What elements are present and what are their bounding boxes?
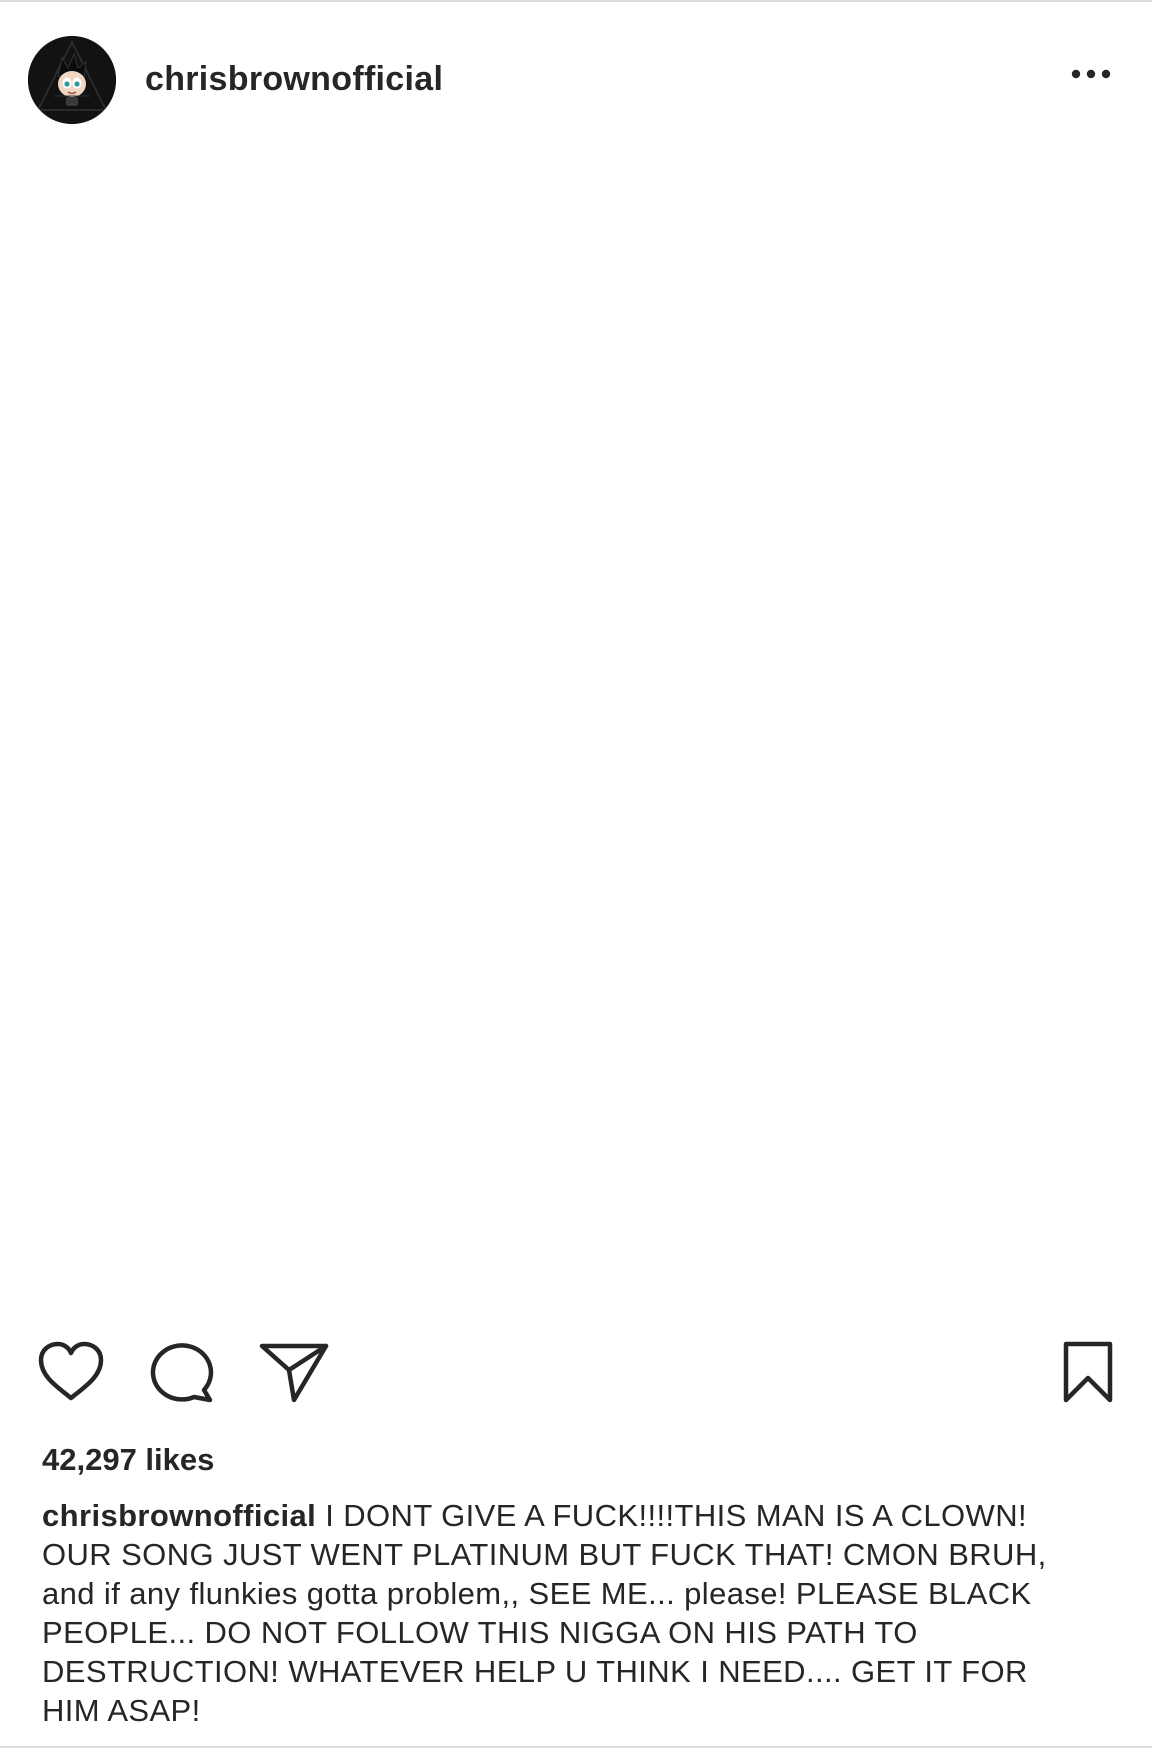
send-icon[interactable] [258,1340,330,1404]
likes-count[interactable]: 42,297 likes [42,1442,214,1478]
post-username[interactable]: chrisbrownofficial [145,60,443,99]
avatar-image [28,36,116,124]
post-media[interactable] [0,132,1152,1322]
post-actions-bar [0,1340,1152,1420]
comment-icon[interactable] [150,1340,216,1404]
post-header: chrisbrownofficial [0,34,1152,126]
post-caption: chrisbrownofficial I DONT GIVE A FUCK!!!… [42,1496,1122,1730]
caption-username[interactable]: chrisbrownofficial [42,1498,316,1533]
heart-icon[interactable] [36,1340,106,1404]
bookmark-icon[interactable] [1062,1340,1114,1404]
more-options-icon[interactable] [1068,64,1118,84]
profile-avatar[interactable] [28,36,116,124]
instagram-post: chrisbrownofficial 42,297 likes chrisbro… [0,0,1152,1748]
